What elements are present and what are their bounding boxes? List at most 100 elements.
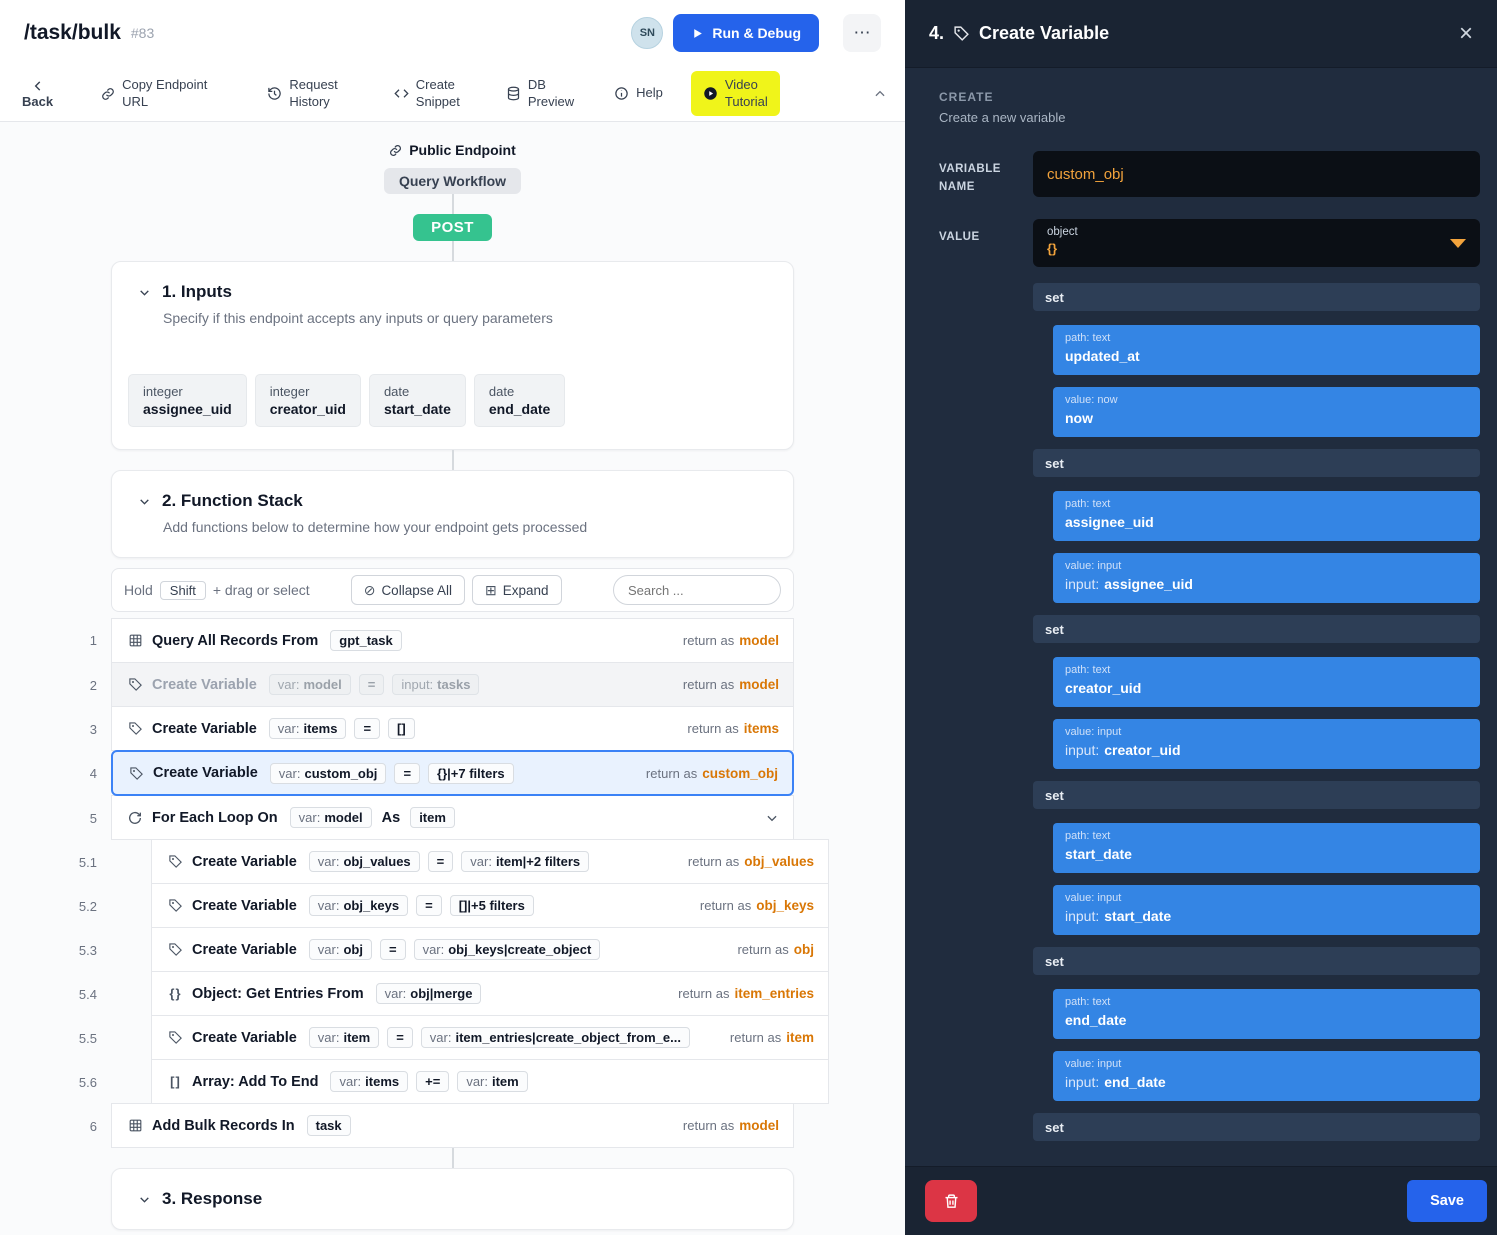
video-tutorial-button[interactable]: Video Tutorial	[690, 71, 780, 116]
value-block[interactable]: value: input input: assignee_uid	[1053, 553, 1480, 603]
copy-endpoint-url-button[interactable]: Copy Endpoint URL	[101, 77, 207, 110]
chip[interactable]: var: obj	[308, 939, 372, 960]
chip[interactable]: var: item|+2 filters	[461, 851, 590, 872]
query-workflow-pill[interactable]: Query Workflow	[383, 168, 522, 194]
path-block[interactable]: path: text start_date	[1053, 823, 1480, 873]
db-preview-button[interactable]: DB Preview	[506, 77, 574, 110]
row-title: Object: Get Entries From	[192, 985, 364, 1002]
collapse-inputs-button[interactable]	[138, 286, 151, 299]
chip[interactable]: =	[358, 674, 385, 695]
function-row[interactable]: 3 Create Variable var: items = [] return …	[67, 706, 794, 751]
http-method-badge[interactable]: POST	[413, 214, 492, 241]
input-field-chip[interactable]: integer assignee_uid	[128, 374, 247, 427]
chip[interactable]: var: model	[289, 807, 372, 828]
collapse-response-button[interactable]	[138, 1193, 151, 1206]
input-field-chip[interactable]: date end_date	[473, 374, 566, 427]
search-input[interactable]	[613, 575, 781, 605]
chevron-down-icon	[138, 1193, 151, 1206]
chip[interactable]: item	[410, 807, 455, 828]
value-block[interactable]: value: input input: creator_uid	[1053, 719, 1480, 769]
function-row[interactable]: 2 Create Variable var: model = input: task…	[67, 662, 794, 707]
braces-icon: { }	[169, 986, 181, 1001]
set-step-bar[interactable]: set	[1033, 1113, 1480, 1141]
chip[interactable]: =	[354, 718, 381, 739]
path-block[interactable]: path: text assignee_uid	[1053, 491, 1480, 541]
function-row[interactable]: 5.6 [ ] Array: Add To End var: items += v…	[67, 1059, 829, 1104]
function-row[interactable]: 5.3 Create Variable var: obj = var: obj_ke…	[67, 927, 829, 972]
input-field-chip[interactable]: integer creator_uid	[254, 374, 361, 427]
expand-button[interactable]: ⊞ Expand	[471, 575, 562, 605]
chip[interactable]: =	[394, 762, 421, 784]
chip[interactable]: []	[388, 718, 415, 739]
inputs-description: Specify if this endpoint accepts any inp…	[163, 310, 553, 326]
path-block[interactable]: path: text updated_at	[1053, 325, 1480, 375]
chip[interactable]: var: item	[457, 1071, 528, 1092]
collapse-stack-button[interactable]	[138, 495, 151, 508]
avatar[interactable]: SN	[631, 17, 664, 49]
chip[interactable]: var: obj|merge	[375, 983, 482, 1004]
set-step-bar[interactable]: set	[1033, 781, 1480, 809]
chip[interactable]: =	[387, 1027, 413, 1048]
chip[interactable]: =	[427, 851, 454, 872]
collapse-loop-button[interactable]	[765, 811, 779, 825]
delete-button[interactable]	[925, 1180, 977, 1222]
set-step-bar[interactable]: set	[1033, 947, 1480, 975]
help-button[interactable]: Help	[614, 85, 663, 101]
function-row[interactable]: 5.4 { } Object: Get Entries From var: obj…	[67, 971, 829, 1016]
value-block[interactable]: value: input input: end_date	[1053, 1051, 1480, 1101]
collapse-all-button[interactable]: ⊘ Collapse All	[350, 575, 465, 605]
value-block[interactable]: value: input input: start_date	[1053, 885, 1480, 935]
chip[interactable]: =	[379, 939, 406, 960]
variable-name-input[interactable]: custom_obj	[1033, 151, 1480, 197]
chip[interactable]: +=	[416, 1071, 450, 1092]
panel-footer: Save	[905, 1166, 1497, 1235]
row-number: 5.4	[78, 986, 97, 1002]
chip[interactable]: var: item_entries|create_object_from_e...	[420, 1027, 690, 1048]
back-button[interactable]: Back	[22, 79, 53, 109]
value-block[interactable]: value: now now	[1053, 387, 1480, 437]
close-icon[interactable]: ×	[1459, 21, 1473, 46]
save-button[interactable]: Save	[1407, 1180, 1487, 1222]
function-row[interactable]: 5 For Each Loop On var: model As item	[67, 795, 794, 840]
chip[interactable]: =	[416, 895, 442, 916]
chip[interactable]: input: tasks	[392, 674, 480, 695]
run-debug-button[interactable]: Run & Debug	[673, 14, 819, 52]
chip[interactable]: task	[306, 1115, 351, 1136]
request-history-button[interactable]: Request History	[267, 77, 338, 110]
code-snippet-icon	[394, 86, 409, 101]
endpoint-id: #83	[130, 25, 155, 41]
function-row[interactable]: 1 Query All Records From gpt_task return…	[67, 618, 794, 663]
chip[interactable]: var: model	[268, 674, 351, 695]
chip[interactable]: gpt_task	[330, 630, 402, 651]
function-row[interactable]: 6 Add Bulk Records In task return as mode…	[67, 1103, 794, 1148]
drag-hint: + drag or select	[212, 582, 310, 598]
row-title: Add Bulk Records In	[152, 1117, 295, 1134]
set-step-bar[interactable]: set	[1033, 283, 1480, 311]
chip[interactable]: var: items	[268, 718, 347, 739]
chip[interactable]: var: item	[308, 1027, 380, 1048]
chip[interactable]: var: obj_keys	[308, 895, 409, 916]
chip[interactable]: []|+5 filters	[449, 895, 534, 916]
path-block[interactable]: path: text creator_uid	[1053, 657, 1480, 707]
app-header: /task/bulk #83 SN Run & Debug ⋯	[0, 0, 905, 66]
path-block[interactable]: path: text end_date	[1053, 989, 1480, 1039]
chip[interactable]: var: custom_obj	[269, 762, 387, 784]
chip[interactable]: {}|+7 filters	[428, 762, 514, 784]
chevron-down-icon	[765, 811, 779, 825]
collapse-toolbar-button[interactable]	[873, 87, 887, 101]
function-row[interactable]: 5.5 Create Variable var: item = var: item_…	[67, 1015, 829, 1060]
function-row[interactable]: 5.1 Create Variable var: obj_values = var…	[67, 839, 829, 884]
more-options-button[interactable]: ⋯	[843, 14, 881, 52]
function-row-selected[interactable]: 4 Create Variable var: custom_obj = {}|+7…	[67, 750, 794, 796]
endpoint-toolbar: Back Copy Endpoint URL Request History Cre…	[0, 66, 905, 122]
chip[interactable]: var: obj_values	[308, 851, 420, 872]
input-field-chip[interactable]: date start_date	[368, 374, 466, 427]
chip[interactable]: var: items	[330, 1071, 409, 1092]
chip[interactable]: var: obj_keys|create_object	[413, 939, 601, 960]
value-type-dropdown[interactable]: object {}	[1033, 219, 1480, 267]
set-step-bar[interactable]: set	[1033, 615, 1480, 643]
row-number: 6	[89, 1118, 97, 1134]
set-step-bar[interactable]: set	[1033, 449, 1480, 477]
create-snippet-button[interactable]: Create Snippet	[394, 77, 460, 110]
function-row[interactable]: 5.2 Create Variable var: obj_keys = []|+5…	[67, 883, 829, 928]
